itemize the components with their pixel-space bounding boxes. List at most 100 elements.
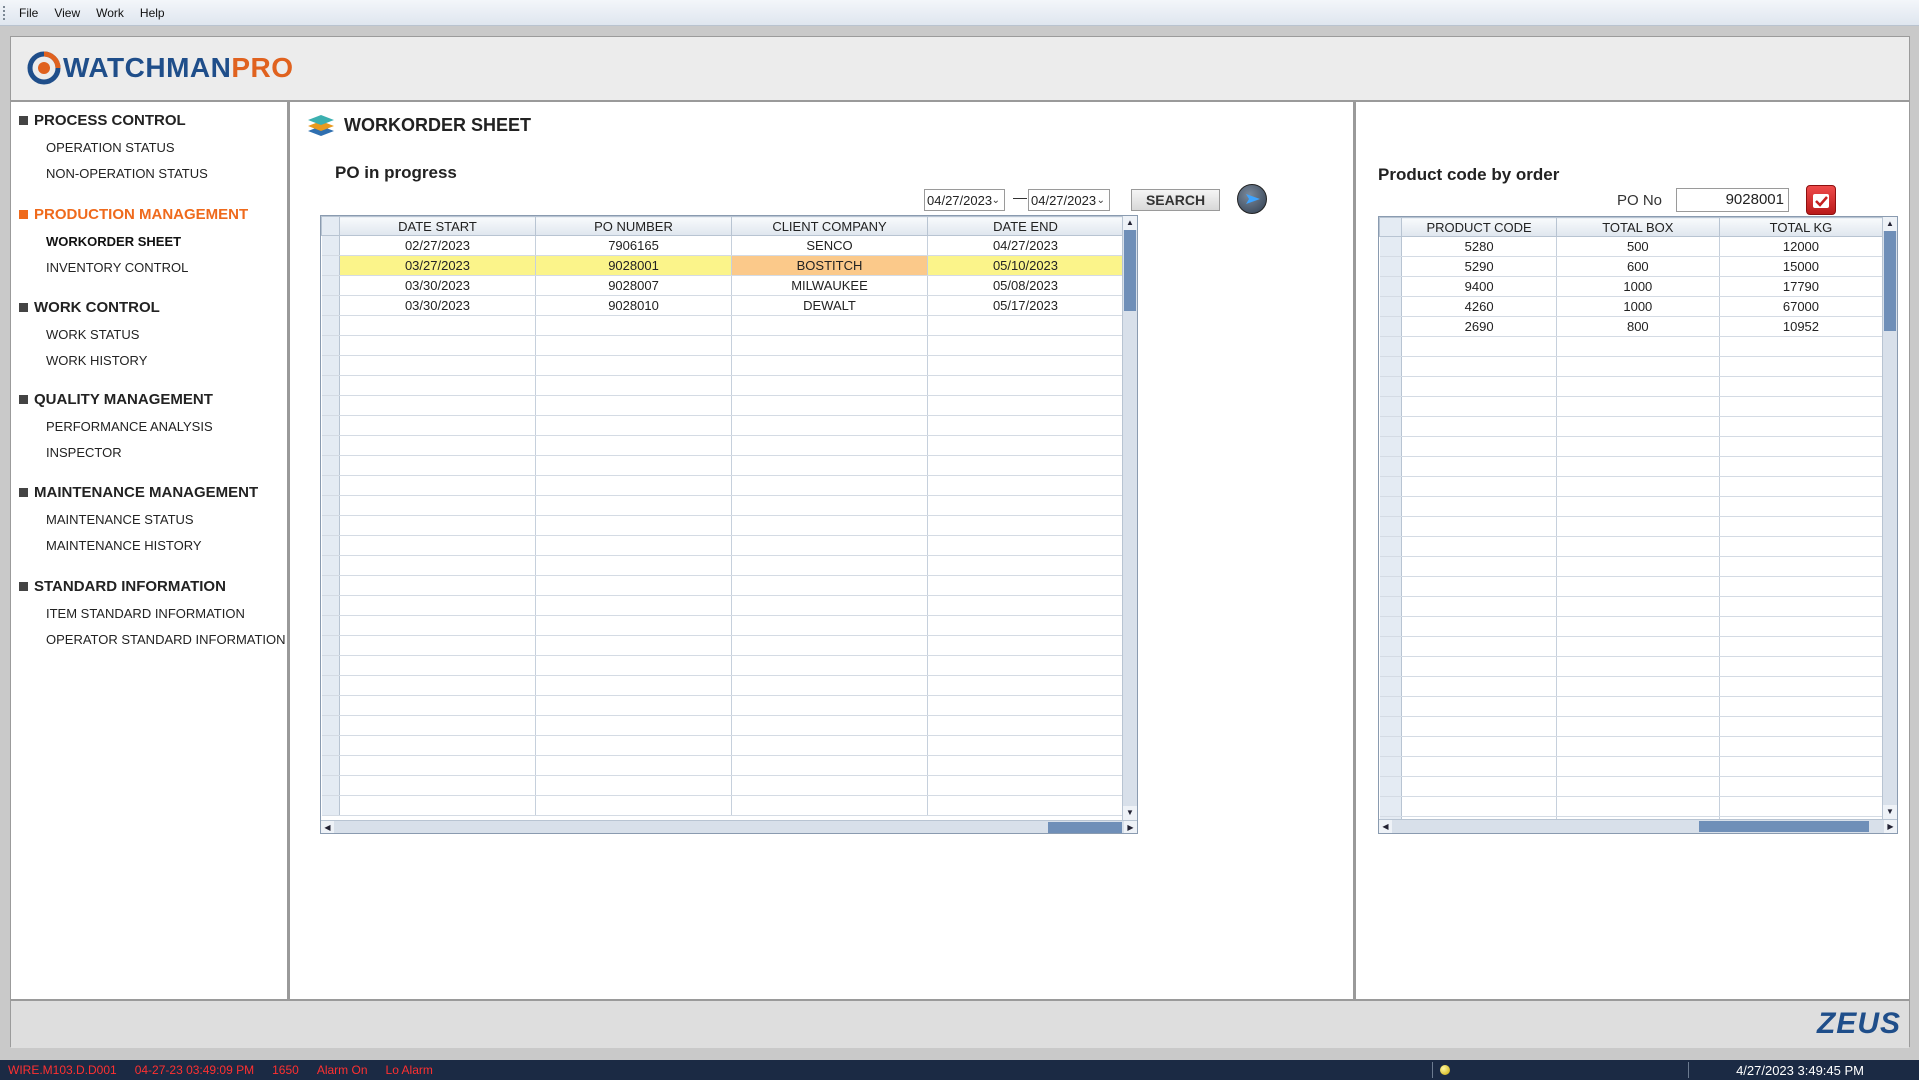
table-cell[interactable] <box>535 435 732 456</box>
sidebar-item[interactable]: NON-OPERATION STATUS <box>46 166 208 181</box>
table-cell[interactable] <box>1719 656 1884 677</box>
table-cell[interactable] <box>1556 516 1720 537</box>
table-cell[interactable]: 800 <box>1556 316 1720 337</box>
row-header[interactable] <box>321 515 340 536</box>
row-header[interactable] <box>321 575 340 596</box>
scroll-thumb[interactable] <box>1884 231 1896 331</box>
table-cell[interactable] <box>927 675 1124 696</box>
table-cell[interactable] <box>1556 676 1720 697</box>
table-row[interactable] <box>1379 576 1884 597</box>
table-row[interactable]: 2690 800 10952 <box>1379 316 1884 337</box>
row-header[interactable] <box>1379 496 1403 517</box>
row-header[interactable] <box>1379 396 1403 417</box>
row-header[interactable] <box>321 475 340 496</box>
table-cell[interactable] <box>535 515 732 536</box>
table-cell[interactable] <box>927 575 1124 596</box>
row-header[interactable] <box>1379 756 1403 777</box>
table-cell[interactable] <box>927 375 1124 396</box>
table-row[interactable] <box>1379 696 1884 717</box>
table-cell[interactable] <box>339 475 536 496</box>
table-row[interactable] <box>1379 516 1884 537</box>
table-row[interactable] <box>321 535 1124 556</box>
table-cell[interactable]: 600 <box>1556 256 1720 277</box>
table-cell[interactable] <box>1401 776 1557 797</box>
table-cell[interactable] <box>927 475 1124 496</box>
table-cell[interactable] <box>535 495 732 516</box>
table-cell[interactable]: 67000 <box>1719 296 1884 317</box>
table-cell[interactable] <box>339 375 536 396</box>
table-row[interactable] <box>1379 796 1884 817</box>
row-header[interactable] <box>321 395 340 416</box>
table-cell[interactable] <box>535 375 732 396</box>
table-row[interactable] <box>1379 656 1884 677</box>
table-cell[interactable] <box>339 615 536 636</box>
column-header[interactable]: TOTAL BOX <box>1555 217 1720 237</box>
row-header[interactable] <box>321 775 340 796</box>
row-header[interactable] <box>1379 456 1403 477</box>
row-header[interactable] <box>1379 436 1403 457</box>
table-cell[interactable] <box>1556 616 1720 637</box>
table-cell[interactable] <box>535 555 732 576</box>
table-cell[interactable] <box>731 375 928 396</box>
sidebar-item[interactable]: WORKORDER SHEET <box>46 234 248 249</box>
table-cell[interactable]: MILWAUKEE <box>731 275 928 296</box>
table-cell[interactable] <box>1556 636 1720 657</box>
product-grid-hscroll[interactable]: ◀ ▶ <box>1379 819 1897 833</box>
row-header[interactable] <box>321 235 340 256</box>
row-header[interactable] <box>321 675 340 696</box>
table-cell[interactable] <box>1556 336 1720 357</box>
table-cell[interactable] <box>339 335 536 356</box>
sidebar-item[interactable]: WORK STATUS <box>46 327 160 342</box>
row-header[interactable] <box>1379 276 1403 297</box>
table-cell[interactable] <box>1719 416 1884 437</box>
table-cell[interactable] <box>731 515 928 536</box>
row-header[interactable] <box>321 695 340 716</box>
table-row[interactable] <box>321 635 1124 656</box>
column-header[interactable]: PRODUCT CODE <box>1401 217 1557 237</box>
table-cell[interactable] <box>1719 616 1884 637</box>
table-row[interactable] <box>321 655 1124 676</box>
table-cell[interactable] <box>1556 776 1720 797</box>
row-header[interactable] <box>1379 716 1403 737</box>
row-header[interactable] <box>1379 616 1403 637</box>
table-cell[interactable] <box>1556 716 1720 737</box>
table-cell[interactable] <box>1556 436 1720 457</box>
table-cell[interactable]: 05/17/2023 <box>927 295 1124 316</box>
table-cell[interactable] <box>927 715 1124 736</box>
row-header[interactable] <box>321 635 340 656</box>
table-cell[interactable] <box>731 455 928 476</box>
table-row[interactable] <box>1379 496 1884 517</box>
row-header[interactable] <box>321 295 340 316</box>
search-button[interactable]: SEARCH <box>1131 189 1220 211</box>
table-cell[interactable] <box>1556 736 1720 757</box>
scroll-up-icon[interactable]: ▲ <box>1883 217 1897 231</box>
table-row[interactable] <box>1379 356 1884 377</box>
sidebar-section-title[interactable]: WORK CONTROL <box>19 299 160 316</box>
table-cell[interactable] <box>731 575 928 596</box>
po-grid-hscroll[interactable]: ◀ ▶ <box>321 820 1137 833</box>
table-cell[interactable]: 02/27/2023 <box>339 235 536 256</box>
table-cell[interactable] <box>1401 556 1557 577</box>
table-row[interactable] <box>321 315 1124 336</box>
table-cell[interactable] <box>1719 476 1884 497</box>
table-cell[interactable]: 17790 <box>1719 276 1884 297</box>
table-cell[interactable] <box>1401 736 1557 757</box>
table-cell[interactable] <box>339 775 536 796</box>
table-cell[interactable] <box>1401 456 1557 477</box>
table-cell[interactable] <box>1719 696 1884 717</box>
table-cell[interactable] <box>1556 356 1720 377</box>
table-cell[interactable]: 4260 <box>1401 296 1557 317</box>
table-cell[interactable] <box>1556 496 1720 517</box>
table-row[interactable] <box>1379 776 1884 797</box>
table-cell[interactable]: 5280 <box>1401 236 1557 257</box>
row-header[interactable] <box>1379 596 1403 617</box>
table-cell[interactable] <box>535 775 732 796</box>
table-cell[interactable] <box>535 735 732 756</box>
table-cell[interactable] <box>1401 396 1557 417</box>
table-row[interactable] <box>321 775 1124 796</box>
table-cell[interactable]: BOSTITCH <box>731 255 928 276</box>
table-cell[interactable] <box>927 795 1124 816</box>
table-row[interactable]: 4260 1000 67000 <box>1379 296 1884 317</box>
table-cell[interactable]: 05/08/2023 <box>927 275 1124 296</box>
table-cell[interactable]: 05/10/2023 <box>927 255 1124 276</box>
